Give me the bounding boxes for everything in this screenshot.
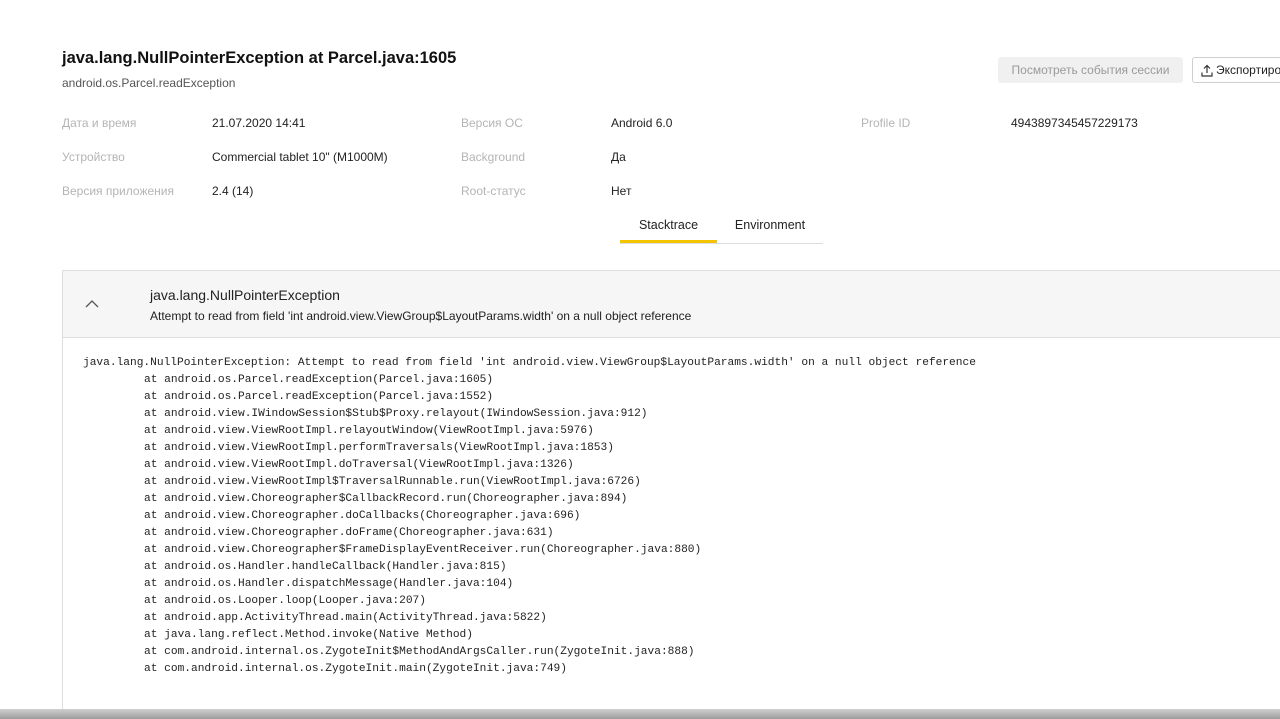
stacktrace-frame: at android.view.IWindowSession$Stub$Prox… — [144, 408, 648, 420]
stacktrace-frame: at java.lang.reflect.Method.invoke(Nativ… — [144, 629, 473, 641]
stacktrace-frame: at android.os.Handler.dispatchMessage(Ha… — [144, 578, 514, 590]
exception-panel-header[interactable]: java.lang.NullPointerException Attempt t… — [63, 271, 1280, 338]
stacktrace-frame: at android.os.Parcel.readException(Parce… — [144, 391, 494, 403]
crash-report-page: java.lang.NullPointerException at Parcel… — [0, 0, 1280, 719]
export-button[interactable]: Экспортиро — [1192, 57, 1280, 83]
device-value: Commercial tablet 10" (M1000M) — [212, 150, 388, 164]
stacktrace-frame: at android.os.Looper.loop(Looper.java:20… — [144, 595, 426, 607]
stacktrace-frame: at android.app.ActivityThread.main(Activ… — [144, 612, 547, 624]
background-label: Background — [461, 150, 526, 164]
stacktrace-first-line: java.lang.NullPointerException: Attempt … — [83, 357, 976, 369]
view-session-events-button[interactable]: Посмотреть события сессии — [998, 57, 1183, 83]
device-label: Устройство — [62, 150, 125, 164]
stacktrace-frame: at android.view.ViewRootImpl.doTraversal… — [144, 459, 574, 471]
stacktrace-frame: at android.view.ViewRootImpl$TraversalRu… — [144, 476, 641, 488]
window-bottom-edge — [0, 709, 1280, 719]
root-status-value: Нет — [611, 184, 632, 198]
page-subtitle: android.os.Parcel.readException — [62, 76, 236, 90]
os-version-value: Android 6.0 — [611, 116, 673, 130]
root-status-label: Root-статус — [461, 184, 526, 198]
datetime-label: Дата и время — [62, 116, 137, 130]
exception-panel: java.lang.NullPointerException Attempt t… — [62, 270, 1280, 719]
stacktrace-frame: at com.android.internal.os.ZygoteInit.ma… — [144, 663, 567, 675]
stacktrace-frame: at android.os.Handler.handleCallback(Han… — [144, 561, 507, 573]
exception-name: java.lang.NullPointerException — [150, 287, 340, 303]
export-button-label: Экспортиро — [1216, 63, 1280, 77]
stacktrace-frame: at com.android.internal.os.ZygoteInit$Me… — [144, 646, 695, 658]
report-tabs: Stacktrace Environment — [620, 212, 823, 244]
exception-message: Attempt to read from field 'int android.… — [150, 309, 692, 323]
stacktrace-frame: at android.view.Choreographer$CallbackRe… — [144, 493, 628, 505]
stacktrace-text: java.lang.NullPointerException: Attempt … — [83, 355, 976, 678]
tab-environment[interactable]: Environment — [717, 212, 823, 243]
stacktrace-frame: at android.view.ViewRootImpl.performTrav… — [144, 442, 614, 454]
stacktrace-frame: at android.view.Choreographer.doCallback… — [144, 510, 581, 522]
stacktrace-frame: at android.os.Parcel.readException(Parce… — [144, 374, 494, 386]
page-title: java.lang.NullPointerException at Parcel… — [62, 49, 457, 67]
app-version-value: 2.4 (14) — [212, 184, 254, 198]
datetime-value: 21.07.2020 14:41 — [212, 116, 306, 130]
profile-id-label: Profile ID — [861, 116, 911, 130]
os-version-label: Версия ОС — [461, 116, 523, 130]
app-version-label: Версия приложения — [62, 184, 174, 198]
tab-stacktrace[interactable]: Stacktrace — [620, 212, 717, 243]
stacktrace-frame: at android.view.Choreographer.doFrame(Ch… — [144, 527, 554, 539]
background-value: Да — [611, 150, 626, 164]
profile-id-value: 4943897345457229173 — [1011, 116, 1138, 130]
chevron-up-icon[interactable] — [81, 293, 103, 315]
upload-icon — [1201, 61, 1213, 82]
stacktrace-frame: at android.view.ViewRootImpl.relayoutWin… — [144, 425, 594, 437]
stacktrace-frame: at android.view.Choreographer$FrameDispl… — [144, 544, 702, 556]
